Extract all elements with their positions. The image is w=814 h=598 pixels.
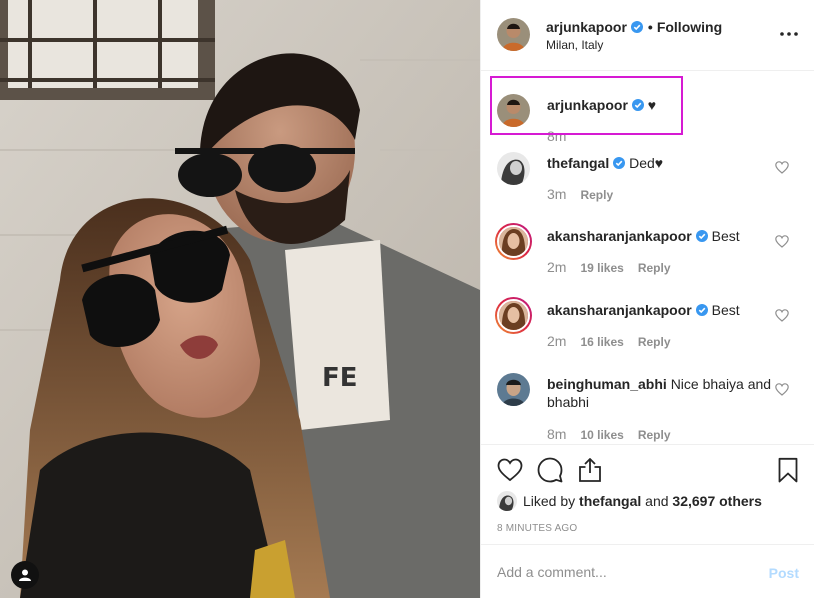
commenter-avatar[interactable] [497, 152, 530, 185]
add-comment-bar: Post [481, 544, 814, 598]
story-ring[interactable] [495, 297, 532, 334]
comment-likes-count[interactable]: 16 likes [580, 335, 623, 349]
couple-selfie-image: FE [0, 0, 480, 598]
comment-username[interactable]: akansharanjankapoor [547, 228, 692, 244]
commenter-avatar[interactable] [497, 373, 530, 406]
story-ring[interactable] [495, 223, 532, 260]
comment-text: Best [711, 302, 740, 318]
comment-like-heart-icon[interactable] [775, 383, 789, 396]
comment-username[interactable]: akansharanjankapoor [547, 302, 692, 318]
comments-list[interactable]: arjunkapoor ♥ 8m thefangal Ded♥ 3m Reply [481, 72, 814, 444]
caption-text: ♥ [647, 97, 657, 113]
comment-time[interactable]: 2m [547, 333, 566, 349]
post-actions: Liked by thefangal and 32,697 others 8 M… [481, 444, 814, 544]
caption-username[interactable]: arjunkapoor [547, 97, 628, 113]
liker-avatar [497, 491, 517, 511]
svg-text:FE: FE [322, 363, 358, 393]
verified-badge-icon [695, 304, 708, 316]
comment-text: Ded♥ [629, 155, 664, 171]
comment-like-heart-icon[interactable] [775, 309, 789, 322]
likes-others[interactable]: 32,697 others [672, 493, 762, 509]
comment-time[interactable]: 2m [547, 259, 566, 275]
caption-time[interactable]: 8m [547, 128, 566, 144]
post-timestamp[interactable]: 8 MINUTES AGO [497, 523, 577, 534]
comment-username[interactable]: thefangal [547, 155, 609, 171]
post-location[interactable]: Milan, Italy [546, 38, 603, 52]
comment-time[interactable]: 3m [547, 186, 566, 202]
share-icon[interactable] [577, 457, 603, 483]
post-details-panel: arjunkapoor • Following Milan, Italy arj… [480, 0, 814, 598]
author-username[interactable]: arjunkapoor [546, 19, 627, 35]
comment-likes-count[interactable]: 10 likes [580, 428, 623, 442]
post-header: arjunkapoor • Following Milan, Italy [481, 0, 814, 71]
reply-button[interactable]: Reply [638, 261, 671, 275]
commenter-avatar[interactable] [497, 299, 530, 332]
caption-author-avatar[interactable] [497, 94, 530, 127]
heart-icon[interactable] [497, 457, 523, 483]
comment-text: Best [711, 228, 740, 244]
bookmark-icon[interactable] [775, 457, 801, 483]
commenter-avatar[interactable] [497, 225, 530, 258]
comment-time[interactable]: 8m [547, 426, 566, 442]
separator-dot: • [647, 19, 653, 35]
comment-likes-count[interactable]: 19 likes [580, 261, 623, 275]
likes-joiner: and [645, 493, 669, 509]
likes-summary[interactable]: Liked by thefangal and 32,697 others [497, 491, 762, 511]
likes-user[interactable]: thefangal [579, 493, 641, 509]
author-avatar[interactable] [497, 18, 530, 51]
comment-like-heart-icon[interactable] [775, 161, 789, 174]
comment-username[interactable]: beinghuman_abhi [547, 376, 667, 392]
more-options-icon[interactable] [779, 26, 799, 42]
reply-button[interactable]: Reply [638, 335, 671, 349]
following-button[interactable]: Following [657, 19, 722, 35]
comment-like-heart-icon[interactable] [775, 235, 789, 248]
verified-badge-icon [695, 230, 708, 242]
post-photo[interactable]: FE [0, 0, 480, 598]
likes-prefix: Liked by [523, 493, 576, 509]
verified-badge-icon [613, 157, 626, 169]
user-tag-icon[interactable] [11, 561, 39, 589]
comment-bubble-icon[interactable] [537, 457, 563, 483]
reply-button[interactable]: Reply [580, 188, 613, 202]
post-comment-button[interactable]: Post [769, 565, 799, 581]
comment-input[interactable] [497, 562, 737, 582]
verified-badge-icon [631, 99, 644, 111]
verified-badge-icon [630, 21, 643, 33]
reply-button[interactable]: Reply [638, 428, 671, 442]
